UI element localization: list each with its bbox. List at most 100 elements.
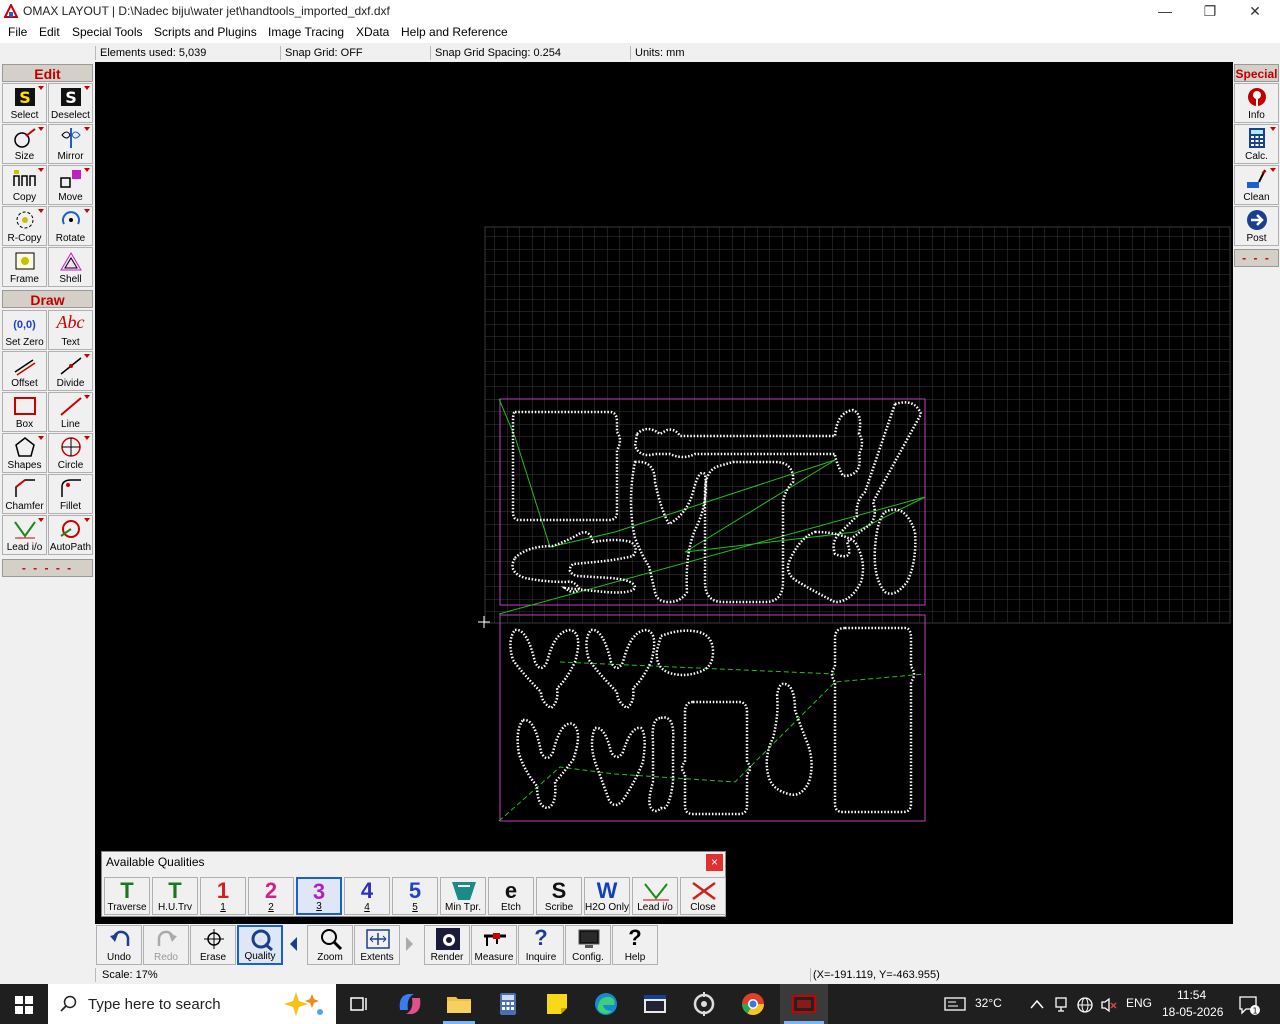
quality-button-4[interactable]: 44 bbox=[344, 877, 390, 915]
more-tools-button[interactable]: - - - - - bbox=[2, 559, 93, 577]
zoom-button[interactable]: Zoom bbox=[307, 925, 353, 965]
palette-close-button[interactable]: × bbox=[706, 854, 723, 871]
info-tool[interactable]: Info bbox=[1234, 83, 1279, 123]
quality-button[interactable]: Quality bbox=[237, 925, 283, 965]
chrome-browser-icon[interactable] bbox=[737, 988, 769, 1020]
size-tool[interactable]: Size bbox=[2, 124, 47, 164]
menu-special-tools[interactable]: Special Tools bbox=[72, 25, 143, 39]
drawing-canvas[interactable] bbox=[95, 62, 1233, 924]
network-globe-icon[interactable] bbox=[1076, 996, 1094, 1014]
restore-button[interactable]: ❐ bbox=[1187, 0, 1233, 23]
rotate-tool[interactable]: Rotate bbox=[48, 206, 93, 246]
menu-image-tracing[interactable]: Image Tracing bbox=[268, 25, 344, 39]
more-special-button[interactable]: - - - bbox=[1234, 249, 1279, 267]
inquire-button[interactable]: ? Inquire bbox=[518, 925, 564, 965]
render-button[interactable]: Render bbox=[424, 925, 470, 965]
autopath-icon bbox=[60, 520, 80, 538]
offset-tool[interactable]: Offset bbox=[2, 351, 47, 391]
fillet-tool[interactable]: Fillet bbox=[48, 474, 93, 514]
undo-button[interactable]: Undo bbox=[96, 925, 142, 965]
shell-tool[interactable]: Shell bbox=[48, 247, 93, 287]
omax-layout-app-icon[interactable] bbox=[788, 988, 820, 1020]
clean-tool[interactable]: Clean bbox=[1234, 165, 1279, 205]
config-button[interactable]: Config. bbox=[565, 925, 611, 965]
lead-io-tool[interactable]: Lead i/o bbox=[2, 515, 47, 555]
set-zero-tool[interactable]: (0,0) Set Zero bbox=[2, 310, 47, 350]
quality-button-2[interactable]: 22 bbox=[248, 877, 294, 915]
menu-xdata[interactable]: XData bbox=[356, 25, 389, 39]
copilot-app-icon[interactable] bbox=[394, 988, 426, 1020]
windows-start-icon[interactable] bbox=[15, 996, 33, 1014]
menu-help-reference[interactable]: Help and Reference bbox=[401, 25, 508, 39]
quality-button-h-u-trv[interactable]: T H.U.Trv bbox=[152, 877, 198, 915]
shapes-tool[interactable]: Shapes bbox=[2, 433, 47, 473]
tool-label: Extents bbox=[360, 952, 394, 963]
quality-button-traverse[interactable]: T Traverse bbox=[104, 877, 150, 915]
circle-tool[interactable]: Circle bbox=[48, 433, 93, 473]
quality-button-5[interactable]: 55 bbox=[392, 877, 438, 915]
settings-app-icon[interactable] bbox=[688, 988, 720, 1020]
device-icon[interactable] bbox=[1054, 996, 1068, 1012]
r-copy-tool[interactable]: R-Copy bbox=[2, 206, 47, 246]
notification-center-icon[interactable]: 1 bbox=[1238, 995, 1260, 1015]
mirror-tool[interactable]: Mirror bbox=[48, 124, 93, 164]
redo-button[interactable]: Redo bbox=[143, 925, 189, 965]
taskbar-search-box[interactable]: Type here to search bbox=[48, 984, 336, 1024]
post-tool[interactable]: Post bbox=[1234, 206, 1279, 246]
quality-button-min-tpr[interactable]: Min Tpr. bbox=[440, 877, 486, 915]
erase-button[interactable]: Erase bbox=[190, 925, 236, 965]
tool-label: Inquire bbox=[525, 952, 557, 963]
sticky-notes-icon[interactable] bbox=[541, 988, 573, 1020]
quality-button-etch[interactable]: e Etch bbox=[488, 877, 534, 915]
language-indicator[interactable]: ENG bbox=[1126, 996, 1152, 1010]
fillet-icon bbox=[61, 479, 81, 497]
extents-button[interactable]: Extents bbox=[354, 925, 400, 965]
close-button[interactable]: ✕ bbox=[1232, 0, 1278, 23]
scroll-left-arrow-icon[interactable] bbox=[288, 936, 298, 952]
move-tool[interactable]: Move bbox=[48, 165, 93, 205]
quality-button-scribe[interactable]: S Scribe bbox=[536, 877, 582, 915]
quality-button-close[interactable]: Close bbox=[680, 877, 726, 915]
scroll-right-arrow-icon[interactable] bbox=[405, 936, 415, 952]
edge-browser-icon[interactable] bbox=[590, 988, 622, 1020]
deselect-tool[interactable]: S Deselect bbox=[48, 83, 93, 123]
lower-parts[interactable] bbox=[509, 626, 916, 816]
quality-button-1[interactable]: 11 bbox=[200, 877, 246, 915]
snap-grid-status[interactable]: Snap Grid: OFF bbox=[285, 47, 363, 59]
snap-grid-spacing[interactable]: Snap Grid Spacing: 0.254 bbox=[435, 47, 561, 59]
minimize-button[interactable]: — bbox=[1142, 0, 1188, 23]
task-view-icon[interactable] bbox=[349, 994, 369, 1014]
quality-button-3[interactable]: 33 bbox=[296, 877, 342, 915]
quality-button-h2o-only[interactable]: W H2O Only bbox=[584, 877, 630, 915]
menu-edit[interactable]: Edit bbox=[39, 25, 60, 39]
text-tool[interactable]: Abc Text bbox=[48, 310, 93, 350]
frame-tool[interactable]: Frame bbox=[2, 247, 47, 287]
clock-date[interactable]: 18-05-2026 bbox=[1162, 1005, 1223, 1019]
help-button[interactable]: ? Help bbox=[612, 925, 658, 965]
temperature-readout[interactable]: 32°C bbox=[975, 996, 1002, 1010]
line-tool[interactable]: Line bbox=[48, 392, 93, 432]
drawing-svg[interactable] bbox=[95, 62, 1233, 924]
autopath-tool[interactable]: AutoPath bbox=[48, 515, 93, 555]
calculator-app-icon[interactable] bbox=[492, 988, 524, 1020]
lower-sheet-boundary[interactable] bbox=[499, 614, 926, 822]
divide-tool[interactable]: Divide bbox=[48, 351, 93, 391]
quality-button-lead-i-o[interactable]: Lead i/o bbox=[632, 877, 678, 915]
menu-scripts-plugins[interactable]: Scripts and Plugins bbox=[154, 25, 257, 39]
chamfer-tool[interactable]: Chamfer bbox=[2, 474, 47, 514]
file-explorer-icon[interactable] bbox=[443, 988, 475, 1020]
dropdown-arrow-icon bbox=[84, 86, 90, 90]
calc-tool[interactable]: Calc. bbox=[1234, 124, 1279, 164]
speaker-muted-icon[interactable] bbox=[1100, 996, 1118, 1014]
clock-time[interactable]: 11:54 bbox=[1177, 988, 1206, 1002]
terminal-window-icon[interactable] bbox=[639, 988, 671, 1020]
units-status[interactable]: Units: mm bbox=[635, 47, 685, 59]
show-hidden-icons-chevron-icon[interactable] bbox=[1030, 998, 1044, 1010]
bottom-toolbar: Undo Redo Erase Quality Zoom Extents Ren… bbox=[95, 924, 1233, 966]
menu-file[interactable]: File bbox=[8, 25, 27, 39]
measure-button[interactable]: Measure bbox=[471, 925, 517, 965]
select-tool[interactable]: S Select bbox=[2, 83, 47, 123]
box-tool[interactable]: Box bbox=[2, 392, 47, 432]
copy-tool[interactable]: Copy bbox=[2, 165, 47, 205]
weather-icon[interactable] bbox=[944, 996, 966, 1012]
